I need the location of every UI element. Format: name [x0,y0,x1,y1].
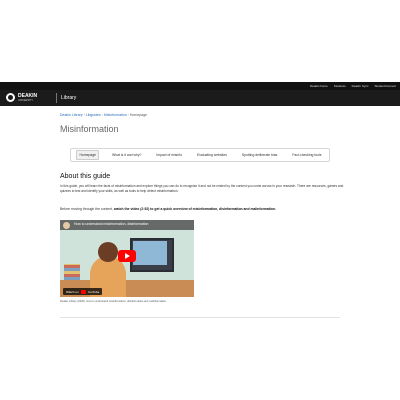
breadcrumb-deakin-library[interactable]: Deakin Library [60,113,83,117]
breadcrumb-separator: › [101,113,103,117]
deakin-logo-icon [6,93,15,102]
utility-link-studentconnect[interactable]: StudentConnect [374,83,396,89]
tab-spotting-bias[interactable]: Spotting deliberate bias [240,151,279,159]
page-top-area [0,0,400,82]
breadcrumb-libguides[interactable]: Libguides [86,113,101,117]
video-instruction-prefix: Before moving through the content, [60,207,114,211]
video-title-bar: How to understand misinformation, disinf… [60,220,194,230]
youtube-label: YouTube [87,289,100,294]
breadcrumb-separator: › [83,113,85,117]
watch-on-label: Watch on [66,289,79,294]
tab-homepage[interactable]: Homepage [76,150,100,160]
breadcrumb-misinformation[interactable]: Misinformation [104,113,127,117]
page-title: Misinformation [60,124,119,134]
logo-sub: UNIVERSITY [18,98,34,102]
tab-fact-checking[interactable]: Fact-checking tools [290,151,323,159]
utility-link-deakin-home[interactable]: Deakin home [310,83,328,89]
utility-links: Deakin home Students Deakin Sync Student… [310,83,396,89]
video-instruction-bold: watch the video (2:52) to get a quick ov… [113,207,276,211]
utility-link-deakin-sync[interactable]: Deakin Sync [352,83,369,89]
thumbnail-screen [133,241,167,265]
play-button[interactable] [118,250,136,262]
play-icon [124,253,130,259]
about-heading: About this guide [60,173,111,180]
video-caption: Deakin Library (2020). How to understand… [60,300,167,303]
breadcrumb: Deakin Library›Libguides›Misinformation›… [60,113,147,117]
tab-impact[interactable]: Impact of misinfo [154,151,184,159]
section-divider [60,317,340,318]
about-intro: In this guide, you will learn the facts … [60,184,344,193]
breadcrumb-separator: › [127,113,129,117]
header-divider [56,93,57,103]
breadcrumb-current: Homepage [129,113,147,117]
library-link[interactable]: Library [61,94,76,102]
thumbnail-head [98,242,118,262]
youtube-icon [80,289,86,294]
tab-evaluating-websites[interactable]: Evaluating websites [195,151,229,159]
watch-on-youtube-button[interactable]: Watch on YouTube [63,288,103,295]
utility-link-students[interactable]: Students [334,83,346,89]
logo-main: DEAKIN [18,92,38,99]
video-instruction: Before moving through the content, watch… [60,207,346,211]
deakin-logo-text: DEAKIN UNIVERSITY [18,92,38,102]
thumbnail-books [64,264,80,280]
guide-tabs: Homepage What is it and why? Impact of m… [70,148,330,162]
video-title[interactable]: How to understand misinformation, disinf… [74,222,148,226]
tab-what-is-it[interactable]: What is it and why? [110,151,143,159]
channel-avatar[interactable] [63,222,70,229]
utility-bar: Deakin home Students Deakin Sync Student… [0,82,400,90]
deakin-logo[interactable]: DEAKIN UNIVERSITY [6,93,37,102]
video-player[interactable]: How to understand misinformation, disinf… [60,220,194,297]
site-header: DEAKIN UNIVERSITY Library [0,90,400,106]
